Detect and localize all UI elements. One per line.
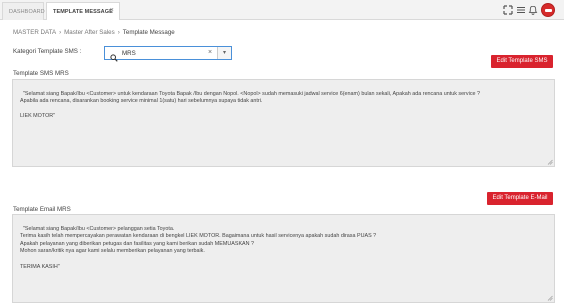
- template-sms-text: "Selamat siang Bapak/Ibu <Customer> untu…: [20, 90, 481, 120]
- search-icon: [110, 49, 118, 62]
- avatar[interactable]: [541, 3, 555, 17]
- breadcrumb-master-data[interactable]: MASTER DATA: [13, 29, 56, 36]
- template-email-textarea[interactable]: "Selamat siang Bapak/Ibu <Customer> pela…: [12, 214, 555, 303]
- edit-template-email-button[interactable]: Edit Template E-Mail: [487, 192, 553, 205]
- chevron-down-icon[interactable]: ▾: [217, 47, 231, 59]
- breadcrumb-separator: ›: [117, 29, 120, 36]
- clear-selection-icon[interactable]: ×: [208, 49, 212, 56]
- kategori-label: Kategori Template SMS :: [13, 48, 82, 55]
- kategori-select-value: MRS: [122, 50, 136, 57]
- menu-icon[interactable]: [516, 5, 526, 15]
- resize-handle-icon[interactable]: [547, 295, 553, 301]
- tab-template-message-label: TEMPLATE MESSAGE: [53, 8, 113, 15]
- bell-icon[interactable]: [528, 5, 538, 15]
- top-tab-bar: DASHBOARD TEMPLATE MESSAGE ×: [0, 0, 564, 20]
- tab-template-message[interactable]: TEMPLATE MESSAGE ×: [46, 2, 120, 20]
- template-sms-label: Template SMS MRS: [13, 70, 69, 77]
- resize-handle-icon[interactable]: [547, 159, 553, 165]
- template-email-label: Template Email MRS: [13, 206, 71, 213]
- breadcrumb: MASTER DATA › Master After Sales › Template …: [13, 29, 175, 36]
- breadcrumb-template-message: Template Message: [122, 29, 175, 36]
- close-tab-icon[interactable]: ×: [110, 7, 114, 14]
- edit-template-sms-button[interactable]: Edit Template SMS: [491, 55, 553, 68]
- breadcrumb-master-after-sales[interactable]: Master After Sales: [64, 29, 115, 36]
- tab-dashboard[interactable]: DASHBOARD: [2, 2, 45, 20]
- expand-icon[interactable]: [503, 5, 513, 15]
- template-sms-textarea[interactable]: "Selamat siang Bapak/Ibu <Customer> untu…: [12, 79, 555, 167]
- breadcrumb-separator: ›: [59, 29, 62, 36]
- tab-dashboard-label: DASHBOARD: [9, 8, 45, 15]
- template-email-text: "Selamat siang Bapak/Ibu <Customer> pela…: [20, 225, 377, 270]
- kategori-select[interactable]: MRS × ▾: [104, 46, 232, 62]
